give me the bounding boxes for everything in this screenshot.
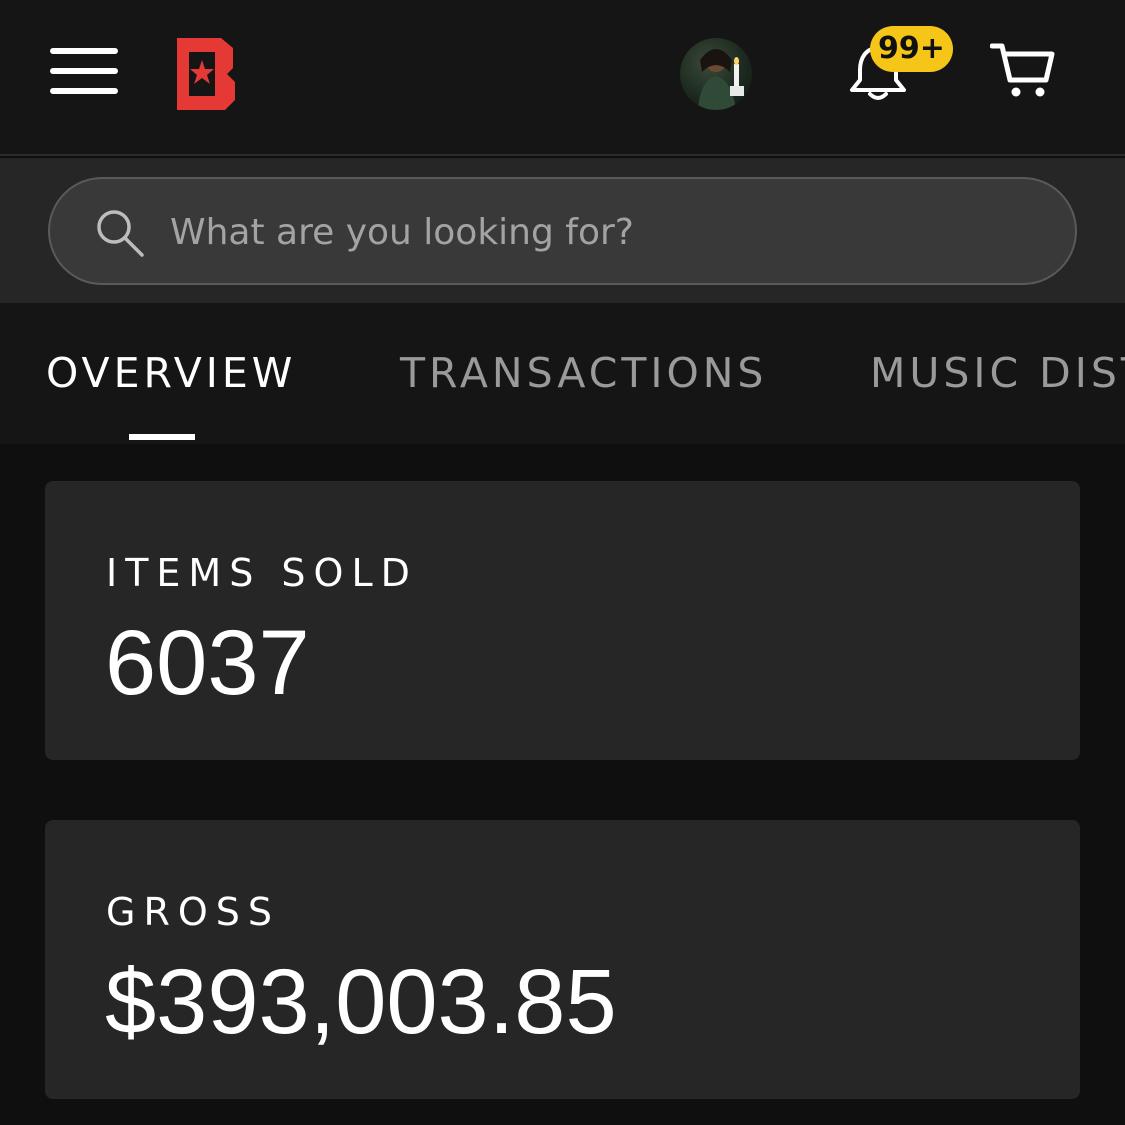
notification-badge[interactable]: 99+ <box>870 26 953 72</box>
top-header: 99+ <box>0 0 1125 156</box>
tab-transactions[interactable]: TRANSACTIONS <box>400 349 767 397</box>
active-tab-indicator <box>129 434 195 440</box>
stat-value: 6037 <box>105 612 310 714</box>
stat-label: GROSS <box>106 890 281 934</box>
stat-value: $393,003.85 <box>105 951 617 1053</box>
tab-music-dist[interactable]: MUSIC DIST <box>870 349 1125 397</box>
stat-card-gross: GROSS $393,003.85 <box>45 820 1080 1099</box>
shopping-cart-icon[interactable] <box>990 40 1056 100</box>
hamburger-menu-icon[interactable] <box>50 46 118 96</box>
dashboard-page: 99+ OVERVIEW TRANSACTIONS MUSIC DIST ITE… <box>0 0 1125 1125</box>
search-bar-container <box>0 158 1125 303</box>
user-avatar[interactable] <box>680 38 752 110</box>
beatstars-logo-icon[interactable] <box>175 38 237 110</box>
search-box[interactable] <box>48 177 1077 285</box>
stat-label: ITEMS SOLD <box>106 551 418 595</box>
stat-card-items-sold: ITEMS SOLD 6037 <box>45 481 1080 760</box>
search-input[interactable] <box>168 201 1028 263</box>
search-icon <box>97 210 144 257</box>
tab-overview[interactable]: OVERVIEW <box>46 349 296 397</box>
tab-bar: OVERVIEW TRANSACTIONS MUSIC DIST <box>0 303 1125 444</box>
